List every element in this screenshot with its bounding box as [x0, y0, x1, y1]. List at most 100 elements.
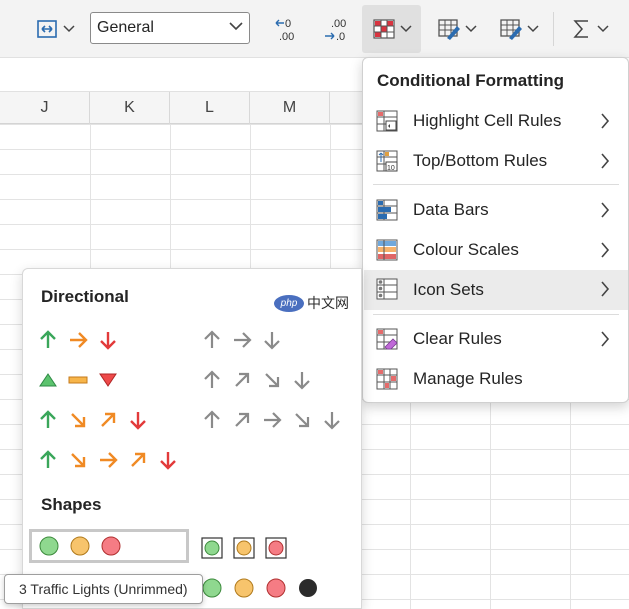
chevron-down-icon — [527, 25, 539, 33]
format-as-table-button[interactable] — [430, 10, 484, 48]
arrow-up-gray-icon — [204, 370, 220, 388]
arrow-down-red-icon — [100, 332, 116, 350]
menu-item-highlight-cell-rules[interactable]: Highlight Cell Rules — [364, 102, 628, 140]
icon-set-5-arrows-colored[interactable] — [35, 444, 187, 474]
chevron-down-icon — [399, 25, 412, 33]
cell-styles-button[interactable] — [492, 10, 546, 48]
chevron-right-icon — [601, 331, 610, 347]
menu-item-icon-sets[interactable]: Icon Sets — [364, 270, 628, 310]
arrow-right-orange-icon — [70, 332, 88, 348]
arrow-down-right-orange-icon — [71, 413, 86, 428]
arrow-down-right-gray-icon — [265, 373, 280, 388]
number-format-select[interactable]: General — [90, 12, 250, 44]
decrease-decimal-button[interactable]: 0 .00 — [268, 10, 304, 48]
chevron-down-icon — [63, 25, 75, 33]
arrow-up-right-orange-icon — [131, 452, 146, 467]
watermark: php 中文网 — [274, 293, 349, 313]
menu-item-data-bars[interactable]: Data Bars — [364, 191, 628, 229]
chevron-right-icon — [601, 242, 610, 258]
menu-item-label: Clear Rules — [413, 329, 502, 348]
arrow-right-gray-icon — [234, 332, 252, 348]
menu-item-top-bottom-rules[interactable]: 10 Top/Bottom Rules — [364, 142, 628, 180]
icon-set-3-triangles[interactable] — [35, 364, 125, 394]
rimmed-circle-red-icon — [265, 537, 287, 559]
icon-set-3-traffic-lights-rimmed[interactable] — [199, 532, 293, 562]
arrow-right-gray-icon — [264, 412, 282, 428]
arrow-up-green-icon — [40, 410, 56, 428]
wrap-text-button[interactable] — [28, 10, 82, 48]
directional-heading: Directional — [41, 287, 129, 306]
autosum-button[interactable] — [562, 10, 618, 48]
icon-set-3-traffic-lights-unrimmed[interactable] — [29, 529, 189, 563]
rimmed-circle-green-icon — [201, 537, 223, 559]
conditional-formatting-button[interactable] — [362, 5, 421, 53]
menu-item-label: Icon Sets — [413, 280, 484, 299]
arrow-down-gray-icon — [294, 372, 310, 390]
increase-decimal-button[interactable]: .00 .0 — [318, 10, 354, 48]
icon-set-4-traffic-lights[interactable] — [199, 572, 323, 602]
menu-item-label: Colour Scales — [413, 240, 519, 259]
icon-set-5-arrows-gray[interactable] — [199, 404, 351, 434]
menu-divider — [373, 184, 619, 185]
chevron-right-icon — [601, 113, 610, 129]
column-header-j[interactable]: J — [0, 92, 90, 124]
arrow-up-right-gray-icon — [235, 412, 250, 427]
rimmed-circle-orange-icon — [233, 537, 255, 559]
circle-orange-icon — [70, 536, 90, 556]
icon-set-4-arrows-gray[interactable] — [199, 364, 323, 394]
cell-styles-icon — [500, 19, 522, 40]
circle-orange-icon — [234, 578, 254, 598]
svg-text:.00: .00 — [279, 31, 294, 43]
number-format-value: General — [97, 19, 154, 36]
svg-text:.00: .00 — [331, 18, 346, 30]
arrow-up-green-icon — [40, 450, 56, 468]
data-bars-icon — [376, 199, 398, 221]
arrow-right-orange-icon — [100, 452, 118, 468]
menu-item-manage-rules[interactable]: Manage Rules — [364, 360, 628, 398]
menu-title: Conditional Formatting — [377, 71, 564, 90]
circle-green-icon — [39, 536, 59, 556]
menu-item-colour-scales[interactable]: Colour Scales — [364, 231, 628, 269]
arrow-down-red-icon — [160, 452, 176, 470]
column-header-m[interactable]: M — [250, 92, 330, 124]
top-bottom-rules-icon: 10 — [376, 150, 398, 172]
circle-black-icon — [299, 579, 317, 597]
chevron-right-icon — [601, 202, 610, 218]
svg-text:0: 0 — [285, 18, 291, 30]
conditional-formatting-menu: Conditional Formatting Highlight Cell Ru… — [362, 57, 629, 403]
arrow-up-gray-icon — [204, 410, 220, 428]
increase-decimal-icon: .00 .0 — [325, 18, 346, 43]
circle-red-icon — [101, 536, 121, 556]
arrow-up-right-orange-icon — [101, 412, 116, 427]
arrow-down-gray-icon — [324, 412, 340, 430]
menu-divider — [373, 314, 619, 315]
chevron-down-icon — [465, 25, 477, 33]
arrow-down-right-gray-icon — [295, 413, 310, 428]
chevron-down-icon — [597, 25, 609, 33]
arrow-up-green-icon — [40, 330, 56, 348]
sigma-icon — [573, 20, 588, 38]
shapes-heading: Shapes — [41, 495, 102, 514]
icon-set-3-arrows-colored[interactable] — [35, 324, 125, 354]
column-label: L — [205, 99, 214, 116]
chevron-right-icon — [601, 281, 610, 297]
icon-sets-submenu: Directional php 中文网 Shapes — [22, 268, 362, 609]
toolbar-separator — [553, 12, 554, 46]
menu-item-label: Manage Rules — [413, 369, 523, 388]
menu-item-clear-rules[interactable]: Clear Rules — [364, 320, 628, 358]
column-label: K — [124, 99, 135, 116]
column-label: J — [40, 99, 49, 116]
highlight-cell-rules-icon — [376, 110, 398, 132]
chevron-down-icon — [229, 22, 243, 31]
svg-text:.0: .0 — [336, 31, 345, 43]
menu-item-label: Highlight Cell Rules — [413, 111, 562, 130]
column-header-k[interactable]: K — [90, 92, 170, 124]
circle-red-icon — [266, 578, 286, 598]
ribbon-toolbar: General 0 .00 .00 .0 — [0, 0, 629, 58]
column-label: M — [282, 99, 297, 116]
icon-set-4-arrows-colored[interactable] — [35, 404, 159, 434]
icon-set-3-arrows-gray[interactable] — [199, 324, 289, 354]
wrap-text-icon — [37, 20, 57, 38]
column-header-l[interactable]: L — [170, 92, 250, 124]
clear-rules-icon — [376, 328, 398, 350]
